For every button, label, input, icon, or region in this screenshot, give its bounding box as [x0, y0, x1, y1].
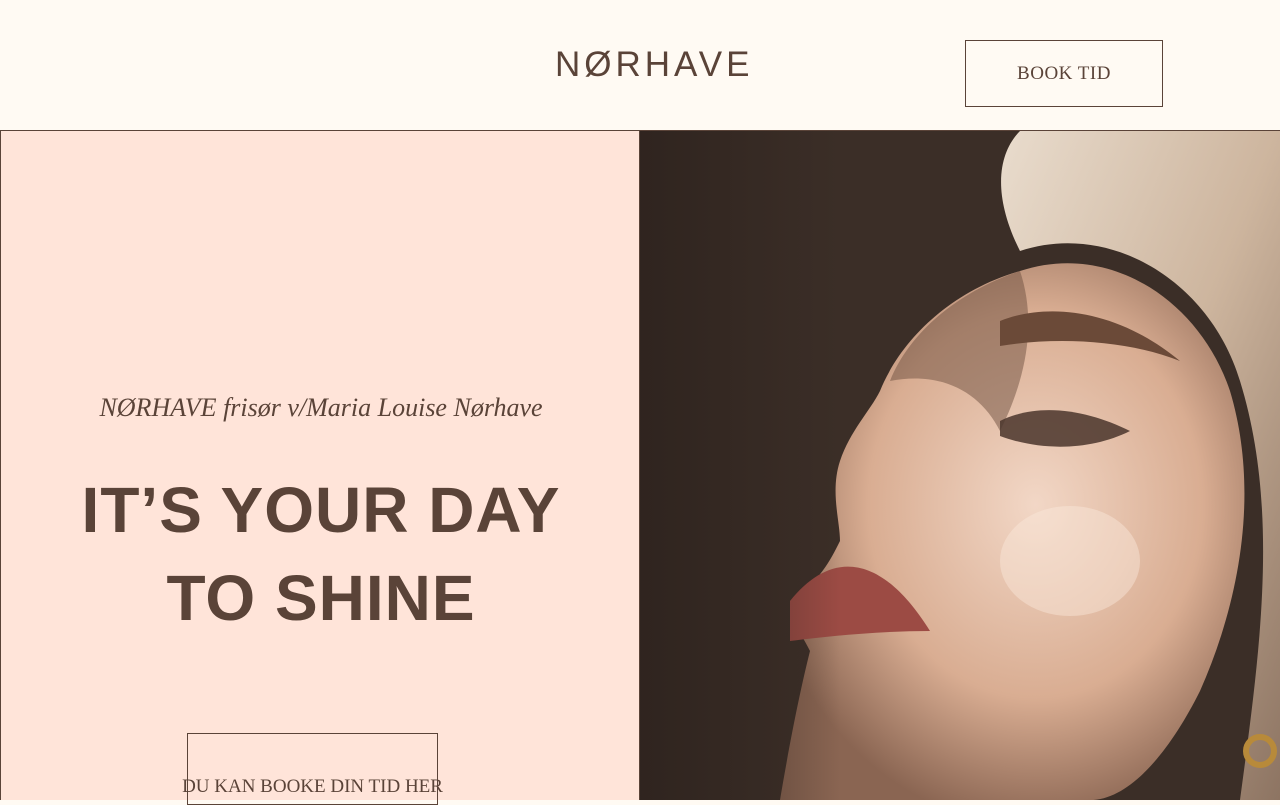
hero-portrait-image: [640, 131, 1280, 800]
portrait-illustration: [640, 131, 1280, 800]
site-header: NØRHAVE BOOK TID: [0, 0, 1280, 131]
book-tid-button[interactable]: BOOK TID: [965, 40, 1163, 107]
headline-line-2: TO SHINE: [166, 562, 476, 634]
brand-logo[interactable]: NØRHAVE: [555, 44, 755, 86]
hero-text-panel: NØRHAVE frisør v/Maria Louise Nørhave IT…: [0, 131, 641, 805]
hero-headline: IT’S YOUR DAY TO SHINE: [1, 466, 641, 642]
hero-subtitle: NØRHAVE frisør v/Maria Louise Nørhave: [99, 393, 543, 422]
headline-line-1: IT’S YOUR DAY: [81, 474, 561, 546]
booking-cta-button[interactable]: DU KAN BOOKE DIN TID HER: [182, 733, 443, 805]
